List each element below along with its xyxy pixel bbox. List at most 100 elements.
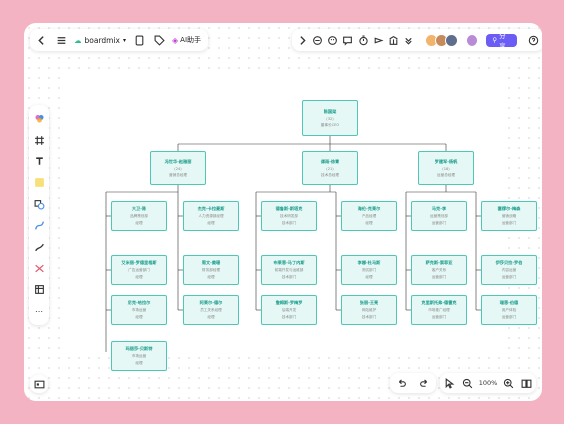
node-detail: 经理 <box>365 275 373 279</box>
redo-icon[interactable] <box>418 376 432 390</box>
node-detail: 广告运营部门 <box>128 268 150 272</box>
cursor-icon[interactable] <box>442 376 456 390</box>
org-node-staff[interactable]: 阿莱尔-德尔 员工关系经理 经理 <box>183 295 239 325</box>
table-icon[interactable] <box>32 283 46 297</box>
org-node-staff[interactable]: 克里斯托弗-德雷克 市场推广经理 运营部门 <box>411 295 467 325</box>
node-name: 杰克-卡拉曼斯 <box>197 206 225 211</box>
node-name: 艾米丽-罗德里格斯 <box>121 260 157 265</box>
node-name: 谭雨-徐青 <box>320 158 340 164</box>
node-detail: 技术部门 <box>281 275 297 279</box>
node-detail: 技术部门 <box>361 315 377 319</box>
node-detail: 后端开发 <box>281 308 297 312</box>
present-icon[interactable] <box>372 33 385 47</box>
undo-redo-bar <box>390 373 436 393</box>
org-node-root[interactable]: 陈国梁 (32) 董事长CEO <box>302 100 358 136</box>
top-right-toolbar: ⚲ 分享 <box>292 29 542 51</box>
org-node-staff[interactable]: 张丽-王亮 网站维护 技术部门 <box>341 295 397 325</box>
chevron-right-icon[interactable] <box>296 33 309 47</box>
node-detail: 运营策划部 <box>430 214 448 218</box>
frame-icon[interactable] <box>32 133 46 147</box>
minimap-toggle[interactable] <box>30 375 48 393</box>
library-icon[interactable] <box>387 33 400 47</box>
shape-icon[interactable] <box>32 197 46 211</box>
node-name: 克里斯托弗-德雷克 <box>421 300 457 305</box>
node-detail: 运营部门 <box>431 315 447 319</box>
zoom-in-icon[interactable] <box>502 376 516 390</box>
plugin-icon[interactable] <box>311 33 324 47</box>
undo-icon[interactable] <box>395 376 409 390</box>
node-name: 海伦-克莱尔 <box>357 206 381 211</box>
minimap-icon <box>32 377 46 391</box>
org-node-manager[interactable]: 冯世华-赵雅丽 (24) 营销总经理 <box>150 151 206 185</box>
help-icon[interactable] <box>527 33 540 47</box>
node-name: 塞缪尔-梅森 <box>497 206 521 211</box>
text-icon[interactable] <box>32 154 46 168</box>
node-detail: 员工关系经理 <box>200 308 222 312</box>
node-name: 罗建军-杨帆 <box>434 158 458 164</box>
org-node-staff[interactable]: 周文-姜珊 财务部经理 经理 <box>183 255 239 285</box>
document-icon[interactable] <box>132 33 146 47</box>
node-name: 马克-李 <box>431 206 447 211</box>
org-node-staff[interactable]: 詹姆斯-罗梅罗 后端开发 技术部门 <box>261 295 317 325</box>
node-detail: 经理 <box>135 275 143 279</box>
org-node-staff[interactable]: 瑞恩-伯德 用户体验 运营部门 <box>481 295 537 325</box>
share-button[interactable]: ⚲ 分享 <box>486 32 517 50</box>
org-node-staff[interactable]: 马克-李 运营策划部 运营部门 <box>411 201 467 231</box>
back-icon[interactable] <box>34 33 48 47</box>
org-node-staff[interactable]: 布莱恩-马丁内斯 前端开发与运维部 技术部门 <box>261 255 317 285</box>
node-detail: 市场运营 <box>131 308 147 312</box>
node-name: 尼克-哈拉尔 <box>127 300 151 305</box>
org-node-manager[interactable]: 罗建军-杨帆 (18) 运营总经理 <box>418 151 474 185</box>
org-chart-canvas[interactable]: 陈国梁 (32) 董事长CEO 冯世华-赵雅丽 (24) 营销总经理 谭雨-徐青 (21) 技术… <box>61 74 537 371</box>
node-detail: 经理 <box>207 315 215 319</box>
node-name: 玛丽莎-贝斯特 <box>125 346 153 351</box>
emoji-icon[interactable] <box>326 33 339 47</box>
node-detail: 技术总经理 <box>321 172 339 177</box>
org-node-staff[interactable]: 玛丽莎-贝斯特 市场运营 经理 <box>111 341 167 371</box>
timer-icon[interactable] <box>357 33 370 47</box>
collaborator-avatars[interactable] <box>425 33 458 47</box>
node-name: 萨克斯-索菲亚 <box>425 260 453 265</box>
node-detail: (32) <box>326 116 334 121</box>
menu-icon[interactable] <box>54 33 68 47</box>
node-detail: 董事长CEO <box>320 122 340 127</box>
node-name: 张丽-王亮 <box>359 300 379 305</box>
comment-icon[interactable] <box>341 33 354 47</box>
node-detail: 运营总经理 <box>437 172 455 177</box>
node-detail: 产品经理 <box>361 214 377 218</box>
org-node-staff[interactable]: 塞缪尔-梅森 营销战略 运营部门 <box>481 201 537 231</box>
sticky-note-icon[interactable] <box>32 176 46 190</box>
template-icon[interactable] <box>32 112 46 126</box>
more-chevron-icon[interactable] <box>402 33 415 47</box>
node-detail: 运营部门 <box>501 315 517 319</box>
node-name: 陈国梁 <box>323 108 337 114</box>
tag-icon[interactable] <box>152 33 166 47</box>
org-node-staff[interactable]: 大卫-陈 品牌策划部 经理 <box>111 201 167 231</box>
avatar <box>445 33 458 47</box>
org-node-staff[interactable]: 杰克-卡拉曼斯 人力资源部经理 经理 <box>183 201 239 231</box>
book-icon[interactable] <box>520 376 534 390</box>
connector-icon[interactable] <box>32 219 46 233</box>
node-name: 布莱恩-马丁内斯 <box>273 260 305 265</box>
org-node-staff[interactable]: 海伦-克莱尔 产品经理 经理 <box>341 201 397 231</box>
user-avatar[interactable] <box>466 33 479 47</box>
org-node-manager[interactable]: 谭雨-徐青 (21) 技术总经理 <box>302 151 358 185</box>
share-label: 分享 <box>499 32 506 50</box>
node-name: 大卫-陈 <box>131 206 147 211</box>
brand-menu[interactable]: ☁ boardmix ▾ <box>74 36 126 45</box>
org-node-staff[interactable]: 尼克-哈拉尔 市场运营 经理 <box>111 295 167 325</box>
node-detail: (18) <box>442 166 450 171</box>
org-node-staff[interactable]: 伊莎贝拉-罗伯 内容运营 运营部门 <box>481 255 537 285</box>
org-node-staff[interactable]: 德鲁斯-斯塔克 技术研发部 技术部门 <box>261 201 317 231</box>
org-node-staff[interactable]: 李娜-杜马斯 测试部门 经理 <box>341 255 397 285</box>
org-node-staff[interactable]: 艾米丽-罗德里格斯 广告运营部门 经理 <box>111 255 167 285</box>
more-icon[interactable]: ⋯ <box>32 304 46 318</box>
node-name: 李娜-杜马斯 <box>357 260 381 265</box>
zoom-out-icon[interactable] <box>460 376 474 390</box>
ai-assistant-button[interactable]: ◈ AI助手 <box>172 35 201 45</box>
zoom-level[interactable]: 100% <box>479 379 498 387</box>
mindmap-icon[interactable] <box>32 261 46 275</box>
node-detail: 市场运营 <box>131 354 147 358</box>
pen-icon[interactable] <box>32 240 46 254</box>
org-node-staff[interactable]: 萨克斯-索菲亚 客户关系 运营部门 <box>411 255 467 285</box>
